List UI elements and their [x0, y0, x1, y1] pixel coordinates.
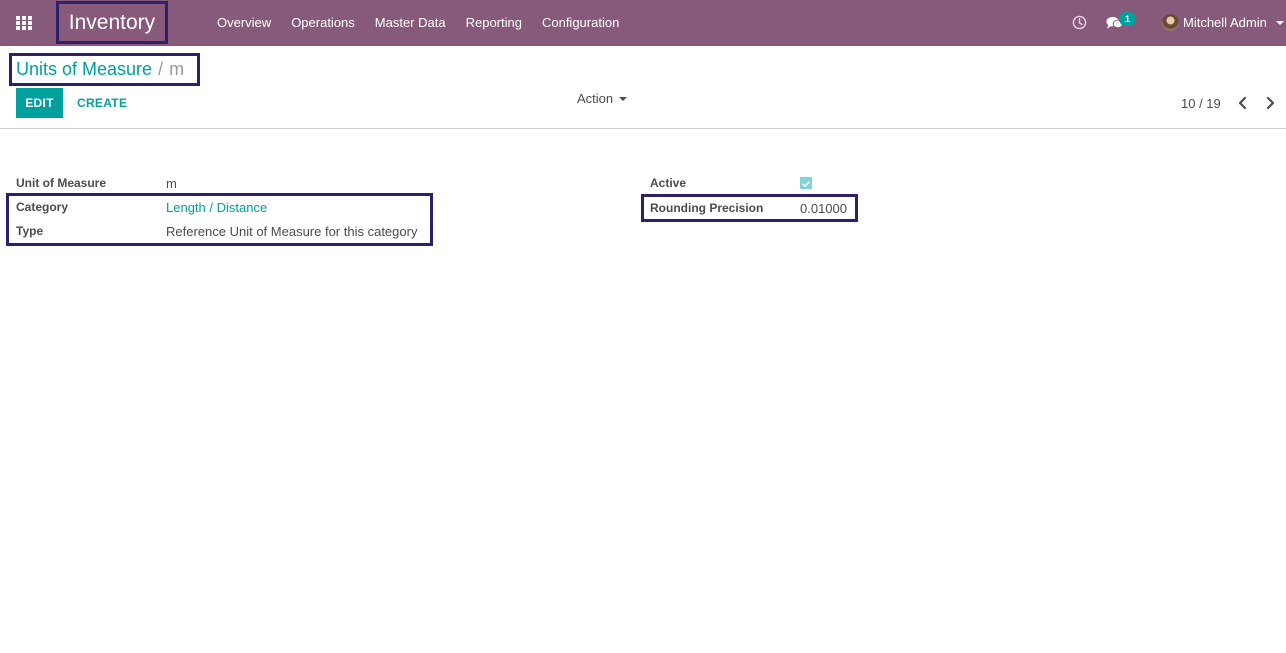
app-brand-title[interactable]: Inventory — [56, 1, 168, 44]
apps-grid-icon[interactable] — [14, 14, 34, 32]
chevron-down-icon — [619, 96, 628, 101]
type-label: Type — [16, 224, 44, 238]
pager-value[interactable]: 10 / 19 — [1181, 96, 1221, 111]
menu-item-operations[interactable]: Operations — [281, 0, 365, 46]
breadcrumb-separator: / — [158, 59, 164, 79]
menu-item-master-data[interactable]: Master Data — [365, 0, 456, 46]
clock-icon[interactable] — [1072, 15, 1087, 30]
control-panel-divider — [0, 128, 1286, 129]
action-dropdown-label: Action — [577, 91, 614, 106]
category-label: Category — [16, 200, 69, 214]
create-button[interactable]: CREATE — [77, 88, 127, 118]
chevron-down-icon[interactable] — [1276, 21, 1284, 25]
breadcrumb: Units of Measure / m — [9, 53, 200, 86]
menu-item-configuration[interactable]: Configuration — [532, 0, 629, 46]
user-menu-name[interactable]: Mitchell Admin — [1183, 15, 1267, 30]
rounding-value: 0.01000 — [800, 201, 847, 216]
action-dropdown[interactable]: Action — [577, 91, 628, 106]
menu-item-reporting[interactable]: Reporting — [456, 0, 532, 46]
type-value: Reference Unit of Measure for this categ… — [166, 224, 418, 239]
main-menu: Overview Operations Master Data Reportin… — [207, 0, 629, 46]
active-checkbox[interactable] — [800, 177, 812, 189]
check-icon — [802, 181, 810, 187]
menu-item-overview[interactable]: Overview — [207, 0, 281, 46]
edit-button[interactable]: EDIT — [16, 88, 63, 118]
chat-count-badge: 1 — [1119, 12, 1136, 26]
breadcrumb-parent-link[interactable]: Units of Measure — [16, 59, 152, 80]
rounding-label: Rounding Precision — [650, 201, 764, 215]
chevron-left-icon[interactable] — [1236, 96, 1250, 110]
category-link[interactable]: Length / Distance — [166, 200, 267, 215]
chevron-right-icon[interactable] — [1263, 96, 1277, 110]
active-label: Active — [650, 176, 687, 190]
uom-value: m — [166, 176, 177, 191]
user-avatar[interactable] — [1162, 14, 1179, 31]
uom-label: Unit of Measure — [16, 176, 107, 190]
breadcrumb-current: m — [169, 59, 185, 79]
top-navbar: Inventory Overview Operations Master Dat… — [0, 0, 1286, 46]
